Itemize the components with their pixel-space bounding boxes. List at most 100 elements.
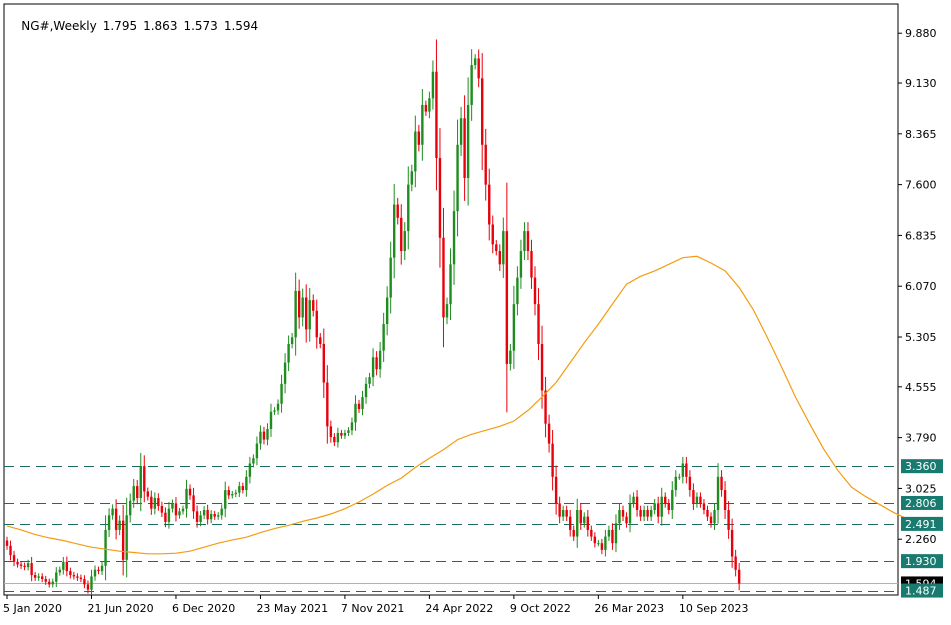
candle-body bbox=[530, 251, 533, 278]
candle bbox=[554, 465, 558, 515]
candle bbox=[590, 525, 593, 541]
candle bbox=[727, 501, 730, 539]
candle bbox=[213, 510, 216, 520]
candle bbox=[206, 504, 209, 525]
candle bbox=[477, 49, 480, 88]
candle-body bbox=[255, 443, 259, 459]
candle bbox=[607, 525, 611, 541]
candle-body bbox=[431, 71, 435, 99]
candle-body bbox=[86, 584, 90, 590]
candle-body bbox=[583, 516, 586, 524]
candle bbox=[357, 399, 361, 413]
candle bbox=[287, 335, 290, 372]
candle-body bbox=[129, 500, 132, 516]
candle-body bbox=[618, 510, 621, 524]
candle bbox=[628, 494, 632, 533]
candle bbox=[533, 266, 537, 316]
candle-body bbox=[607, 529, 611, 537]
candle bbox=[378, 342, 382, 378]
candle bbox=[62, 557, 65, 575]
candle-body bbox=[533, 277, 537, 305]
candle bbox=[421, 88, 424, 161]
candle-body bbox=[688, 476, 692, 491]
candle bbox=[505, 182, 509, 413]
candle-body bbox=[340, 432, 343, 436]
candle-body bbox=[217, 515, 220, 517]
candle-body bbox=[297, 290, 301, 318]
candle bbox=[100, 561, 104, 575]
candle bbox=[523, 222, 526, 260]
candle bbox=[459, 106, 463, 157]
y-tick-label: 3.790 bbox=[905, 432, 937, 445]
candle bbox=[417, 124, 421, 152]
candle bbox=[343, 429, 347, 439]
candle-body bbox=[9, 545, 12, 556]
candle bbox=[361, 390, 364, 416]
candle bbox=[396, 197, 399, 225]
level-badge-2-label: 2.491 bbox=[905, 518, 937, 531]
candle-body bbox=[488, 184, 491, 225]
candle bbox=[558, 496, 561, 524]
candle-body bbox=[646, 510, 649, 517]
candle bbox=[393, 183, 396, 279]
candle-body bbox=[512, 304, 516, 351]
y-tick-label: 6.835 bbox=[905, 229, 937, 242]
candle-body bbox=[100, 565, 104, 572]
candle bbox=[97, 566, 100, 575]
candle bbox=[614, 514, 618, 553]
candle-body bbox=[720, 476, 723, 491]
candle-body bbox=[727, 510, 730, 530]
candle-body bbox=[76, 576, 79, 578]
candle bbox=[481, 53, 484, 171]
candle-body bbox=[424, 104, 428, 112]
candle bbox=[241, 482, 245, 494]
candle bbox=[642, 505, 646, 521]
candle-body bbox=[389, 257, 392, 298]
candle-body bbox=[319, 337, 322, 344]
candle-body bbox=[537, 304, 540, 344]
candle-body bbox=[171, 503, 174, 509]
candle bbox=[266, 423, 269, 446]
candle-body bbox=[403, 231, 406, 252]
candle-body bbox=[470, 65, 473, 105]
candle-body bbox=[466, 104, 470, 178]
candle bbox=[76, 573, 79, 581]
y-tick-label: 9.880 bbox=[905, 27, 937, 40]
candle-body bbox=[569, 516, 572, 530]
candle-body bbox=[502, 231, 505, 265]
candle bbox=[586, 510, 589, 537]
candle bbox=[723, 481, 727, 519]
candle-body bbox=[69, 571, 72, 576]
candle-body bbox=[269, 411, 273, 429]
candle-body bbox=[382, 324, 385, 351]
candle bbox=[69, 567, 72, 579]
candle bbox=[509, 343, 512, 371]
candle-body bbox=[290, 337, 294, 344]
chart-title: NG#,Weekly 1.795 1.863 1.573 1.594 bbox=[6, 5, 264, 47]
candle bbox=[488, 168, 491, 241]
candle bbox=[604, 529, 607, 557]
candle-body bbox=[199, 515, 202, 522]
candle-body bbox=[213, 513, 216, 517]
candles bbox=[5, 39, 741, 597]
y-tick-label: 3.025 bbox=[905, 482, 937, 495]
ma-line bbox=[6, 255, 909, 555]
candle bbox=[114, 499, 118, 540]
level-badge-0-label: 3.360 bbox=[905, 460, 937, 473]
candle-body bbox=[350, 422, 354, 431]
candle bbox=[452, 190, 456, 285]
candle-body bbox=[146, 491, 149, 497]
x-axis: 5 Jan 2020 21 Jun 2020 6 Dec 2020 23 May 20… bbox=[3, 595, 749, 615]
candle-body bbox=[26, 563, 30, 568]
candle bbox=[354, 395, 357, 431]
candle-body bbox=[315, 310, 318, 338]
candle bbox=[125, 497, 128, 578]
y-tick-label: 2.260 bbox=[905, 533, 937, 546]
candle-body bbox=[48, 581, 51, 585]
candle bbox=[699, 492, 702, 508]
y-tick-label: 5.305 bbox=[905, 331, 937, 344]
candle bbox=[178, 507, 181, 519]
candle bbox=[23, 562, 26, 571]
candle-body bbox=[294, 290, 297, 338]
candle-body bbox=[593, 536, 597, 544]
